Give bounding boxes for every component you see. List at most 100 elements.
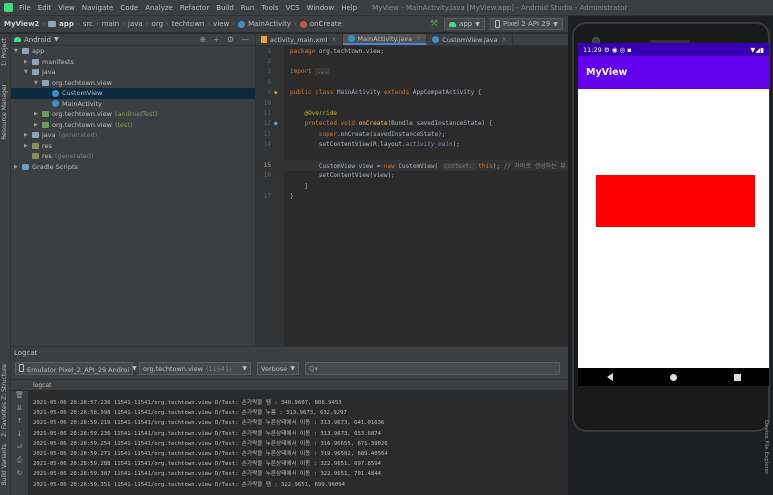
device-select[interactable]: Emulator Pixel_2_API_29 Androi ▼ <box>15 362 137 375</box>
menu-file[interactable]: File <box>19 4 31 12</box>
breadcrumb-java[interactable]: java <box>128 20 143 28</box>
tab-project[interactable]: 1: Project <box>1 38 8 66</box>
tab-structure[interactable]: Z: Structure <box>1 364 8 400</box>
device-dropdown[interactable]: Pixel 2 API 29 ▼ <box>489 18 563 30</box>
log-level-select[interactable]: Verbose ▼ <box>257 362 299 375</box>
chevron-down-icon[interactable]: ▼ <box>24 69 32 75</box>
recents-icon[interactable] <box>733 373 741 381</box>
breadcrumb-oncreate[interactable]: onCreate <box>310 20 342 28</box>
print-icon[interactable]: ⎙ <box>11 456 28 469</box>
chevron-right-icon[interactable]: ▶ <box>34 111 42 117</box>
menu-window[interactable]: Window <box>307 4 335 12</box>
logcat-level: Verbose <box>261 364 288 373</box>
menu-navigate[interactable]: Navigate <box>82 4 113 12</box>
trash-icon[interactable]: 🗑 <box>11 391 28 404</box>
code-line: 10 <box>256 98 568 108</box>
run-config-dropdown[interactable]: app ▼ <box>444 18 485 30</box>
editor-tab[interactable]: activity_main.xml × <box>256 34 343 45</box>
tree-item[interactable]: ▼ app <box>11 46 255 57</box>
breadcrumb-mainactivity[interactable]: MainActivity <box>248 20 291 28</box>
tree-item-suffix: (androidTest) <box>114 110 158 119</box>
breadcrumb-main[interactable]: main <box>102 20 120 28</box>
breadcrumb-module[interactable]: app <box>59 20 74 28</box>
chevron-right-icon[interactable]: ▶ <box>24 143 32 149</box>
code-line: 16 } <box>290 182 309 190</box>
menu-edit[interactable]: Edit <box>38 4 52 12</box>
tree-item[interactable]: ▶ org.techtown.view (test) <box>11 120 255 131</box>
collapse-icon[interactable]: ÷ <box>213 35 220 44</box>
logcat-process: org.techtown.view <box>143 364 203 373</box>
wrap-icon[interactable]: ⏎ <box>11 443 28 456</box>
menu-tools[interactable]: Tools <box>261 4 278 12</box>
code-area[interactable]: 1 package org.techtown.view; 2 3 import ..… <box>256 46 568 202</box>
scroll-to-end-icon[interactable]: ⇊ <box>11 404 28 417</box>
tree-item[interactable]: ▶ res <box>11 141 255 152</box>
breadcrumb-view[interactable]: view <box>213 20 229 28</box>
phone-icon <box>19 363 24 372</box>
chevron-down-icon[interactable]: ▼ <box>54 36 59 43</box>
folder-icon <box>32 132 39 139</box>
menu-help[interactable]: Help <box>341 4 357 12</box>
tree-item[interactable]: ▼ java <box>11 67 255 78</box>
tree-item[interactable]: ▶ Gradle Scripts <box>11 162 255 173</box>
menu-vcs[interactable]: VCS <box>285 4 299 12</box>
activity-icon[interactable]: ◆ <box>274 89 284 96</box>
logcat-search-input[interactable]: Q▾ <box>305 362 560 375</box>
tree-item[interactable]: ▶ org.techtown.view (androidTest) <box>11 109 255 120</box>
menu-code[interactable]: Code <box>120 4 138 12</box>
target-icon[interactable]: ⊕ <box>199 35 206 44</box>
folder-icon <box>48 21 57 27</box>
menu-refactor[interactable]: Refactor <box>180 4 209 12</box>
hammer-icon[interactable]: ⚒ <box>430 19 438 29</box>
tab-resource-manager[interactable]: Resource Manager <box>1 84 8 140</box>
line-number: 10 <box>263 99 271 107</box>
editor-tab[interactable]: CustomView.java × <box>427 34 513 45</box>
close-icon[interactable]: × <box>502 36 507 43</box>
up-icon[interactable]: ↑ <box>11 417 28 430</box>
minimize-icon[interactable]: — <box>241 35 249 44</box>
process-select[interactable]: org.techtown.view (11541) ▼ <box>139 362 251 375</box>
breadcrumb-project[interactable]: MyView2 <box>4 20 39 28</box>
chevron-down-icon[interactable]: ▼ <box>34 80 42 86</box>
tree-item[interactable]: ▶ manifests <box>11 57 255 68</box>
gear-icon[interactable]: ⚙ <box>227 35 234 44</box>
chevron-down-icon: ▼ <box>553 20 558 28</box>
line-number: 1 <box>267 47 271 55</box>
tab-device-file-explorer[interactable]: Device File Explorer <box>763 420 769 474</box>
down-icon[interactable]: ↓ <box>11 430 28 443</box>
tree-item[interactable]: ▶ java (generated) <box>11 130 255 141</box>
menu-run[interactable]: Run <box>241 4 254 12</box>
close-icon[interactable]: × <box>332 36 337 43</box>
override-icon[interactable]: ● <box>274 120 284 127</box>
chevron-right-icon[interactable]: ▶ <box>34 122 42 128</box>
breadcrumb-separator: › <box>232 20 236 28</box>
logcat-process-pid: (11541) <box>205 364 232 373</box>
menu-build[interactable]: Build <box>216 4 234 12</box>
menu-view[interactable]: View <box>58 4 75 12</box>
back-icon[interactable] <box>606 373 613 381</box>
tab-favorites[interactable]: 2: Favorites <box>1 402 8 437</box>
breadcrumb-techtown[interactable]: techtown <box>172 20 205 28</box>
chevron-right-icon[interactable]: ▶ <box>24 59 32 65</box>
close-icon[interactable]: × <box>416 35 421 42</box>
phone-screen[interactable]: 11:29 ⚙ ◉ ◎ ▪ ▼◢▮ MyView <box>578 43 769 368</box>
breadcrumb-org[interactable]: org <box>152 20 163 28</box>
tree-item[interactable]: ▼ org.techtown.view <box>11 78 255 89</box>
tree-item-label: org.techtown.view <box>52 78 112 87</box>
logcat-subtab[interactable]: logcat <box>11 380 568 390</box>
tree-item[interactable]: MainActivity <box>11 99 255 110</box>
home-icon[interactable] <box>669 373 677 381</box>
editor-tab[interactable]: MainActivity.java × <box>342 34 428 45</box>
code-line: 8 <box>256 77 568 87</box>
chevron-down-icon[interactable]: ▼ <box>14 48 22 54</box>
chevron-right-icon[interactable]: ▶ <box>14 164 22 170</box>
restart-icon[interactable]: ↻ <box>11 469 28 482</box>
tree-item[interactable]: res (generated) <box>11 151 255 162</box>
custom-view-rectangle[interactable] <box>596 175 755 227</box>
menu-analyze[interactable]: Analyze <box>145 4 173 12</box>
breadcrumb-src[interactable]: src <box>83 20 93 28</box>
chevron-right-icon[interactable]: ▶ <box>24 132 32 138</box>
project-view-mode[interactable]: Android <box>24 36 51 44</box>
tree-item[interactable]: CustomView <box>11 88 255 99</box>
tab-build-variants[interactable]: Build Variants <box>1 444 8 485</box>
